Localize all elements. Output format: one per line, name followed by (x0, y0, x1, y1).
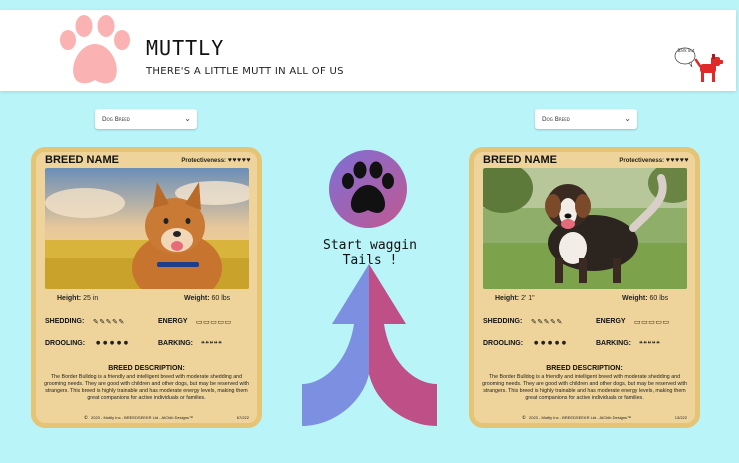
breed-select-left[interactable]: Dog Breed ⌄ (95, 109, 197, 129)
card-number: 67/222 (236, 415, 249, 420)
breed-card-left: BREED NAME Protectiveness: ♥♥♥♥♥ Height:… (31, 147, 262, 428)
bark-icons: ❝❝❝❝❝ (201, 340, 223, 348)
energy-label: ENERGY (158, 318, 188, 325)
description-text: The Border Bulldog is a friendly and int… (44, 374, 249, 401)
droplet-icons: ● ● ● ● ● (96, 340, 129, 346)
site-tagline: THERE'S A LITTLE MUTT IN ALL OF US (146, 66, 344, 77)
protectiveness-rating: Protectiveness: ♥♥♥♥♥ (619, 157, 689, 164)
barking-label: BARKING: (158, 340, 193, 347)
dog-photo (483, 168, 687, 289)
battery-icons: ▭▭▭▭▭ (634, 318, 670, 326)
protectiveness-label: Protectiveness: (181, 158, 227, 164)
paw-logo-icon[interactable] (56, 14, 136, 86)
height-value: 25 in (83, 295, 99, 302)
weight-label: Weight: (622, 295, 648, 302)
brush-icons: ✎✎✎✎✎ (531, 318, 563, 326)
brush-icons: ✎✎✎✎✎ (93, 318, 125, 326)
height-label: Height: (495, 295, 520, 302)
shedding-label: SHEDDING: (483, 318, 523, 325)
card-number: 13/222 (674, 415, 687, 420)
card-footer: 2023 - Muttly Inc - BREEDSEEKR Ltd - AIC… (91, 415, 194, 420)
weight-stat: Weight: 60 lbs (622, 295, 668, 302)
chevron-down-icon: ⌄ (184, 114, 191, 123)
dog-photo (45, 168, 249, 289)
chevron-down-icon: ⌄ (624, 114, 631, 123)
breed-select-right-value: Dog Breed (542, 116, 570, 123)
weight-label: Weight: (184, 295, 210, 302)
paw-button-icon[interactable] (328, 149, 408, 229)
height-value: 2' 1" (521, 295, 535, 302)
barking-label: BARKING: (596, 340, 631, 347)
weight-stat: Weight: 60 lbs (184, 295, 230, 302)
shedding-label: SHEDDING: (45, 318, 85, 325)
bark-icons: ❝❝❝❝❝ (639, 340, 661, 348)
battery-icons: ▭▭▭▭▭ (196, 318, 232, 326)
description-title: BREED DESCRIPTION: (546, 365, 623, 372)
description-title: BREED DESCRIPTION: (108, 365, 185, 372)
drooling-label: DROOLING: (45, 340, 86, 347)
heart-icons: ♥♥♥♥♥ (665, 157, 689, 164)
breed-name: BREED NAME (45, 154, 119, 166)
copyright-icon: © (522, 415, 526, 420)
copyright-icon: © (84, 415, 88, 420)
height-stat: Height: 2' 1" (495, 295, 535, 302)
breed-select-left-value: Dog Breed (102, 116, 130, 123)
speech-bubble-text: Bark out (677, 48, 695, 53)
breed-select-right[interactable]: Dog Breed ⌄ (535, 109, 637, 129)
height-label: Height: (57, 295, 82, 302)
energy-label: ENERGY (596, 318, 626, 325)
merge-arrows-icon (302, 264, 437, 426)
protectiveness-rating: Protectiveness: ♥♥♥♥♥ (181, 157, 251, 164)
breed-name: BREED NAME (483, 154, 557, 166)
drooling-label: DROOLING: (483, 340, 524, 347)
protectiveness-label: Protectiveness: (619, 158, 665, 164)
card-footer: 2023 - Muttly Inc - BREEDSEEKR Ltd - AIC… (529, 415, 632, 420)
site-header: MUTTLY THERE'S A LITTLE MUTT IN ALL OF U… (0, 10, 736, 91)
height-stat: Height: 25 in (57, 295, 98, 302)
breed-card-right: BREED NAME Protectiveness: ♥♥♥♥♥ Height: (469, 147, 700, 428)
site-title[interactable]: MUTTLY (146, 36, 224, 60)
weight-value: 60 lbs (211, 295, 231, 302)
description-text: The Border Bulldog is a friendly and int… (482, 374, 687, 401)
weight-value: 60 lbs (649, 295, 669, 302)
heart-icons: ♥♥♥♥♥ (227, 157, 251, 164)
droplet-icons: ● ● ● ● ● (534, 340, 567, 346)
